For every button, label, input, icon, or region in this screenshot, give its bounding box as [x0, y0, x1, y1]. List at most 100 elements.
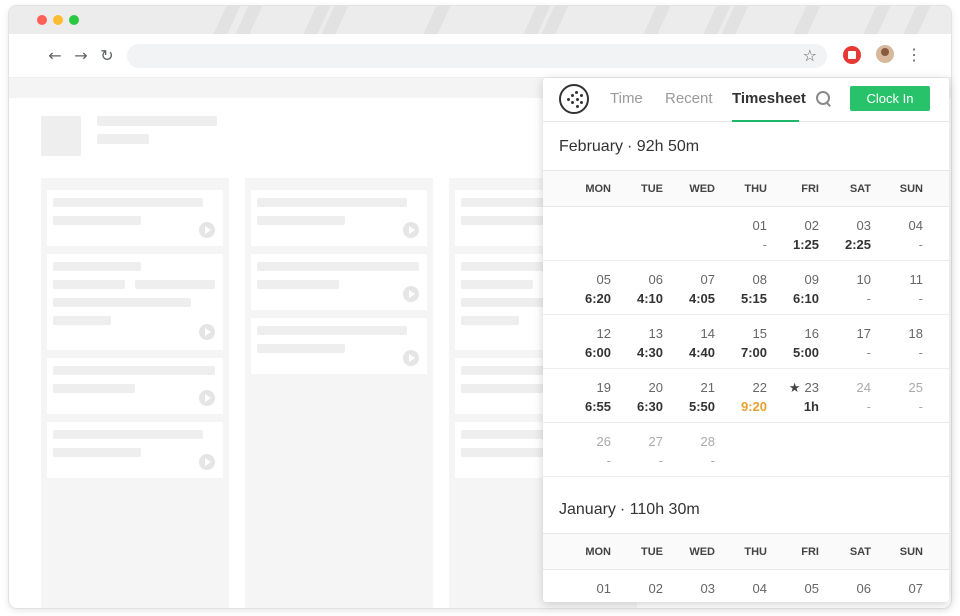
day-number: 11	[871, 270, 924, 289]
placeholder-line	[97, 134, 149, 144]
day-hours: 6:50	[767, 598, 819, 602]
day-cell	[767, 423, 819, 476]
day-hours: 6:00	[584, 345, 611, 360]
day-number: 24	[819, 378, 871, 397]
weekday-label: SAT	[849, 546, 871, 558]
day-hours: -	[762, 237, 767, 252]
day-number	[559, 216, 611, 235]
play-icon[interactable]	[403, 350, 419, 366]
day-number-text: 03	[700, 581, 715, 596]
day-cell[interactable]: 27 -	[611, 423, 663, 476]
timer-extension-icon[interactable]	[843, 46, 861, 64]
day-cell[interactable]: 14 4:40	[663, 315, 715, 368]
play-icon[interactable]	[199, 222, 215, 238]
back-arrow-icon[interactable]: ←	[45, 46, 65, 66]
day-cell[interactable]: 25 -	[871, 369, 923, 422]
address-bar[interactable]: ☆	[127, 44, 827, 68]
day-cell[interactable]: 06 4:10	[611, 261, 663, 314]
minimize-window-button[interactable]	[53, 15, 63, 25]
day-hours	[559, 235, 611, 254]
close-window-button[interactable]	[37, 15, 47, 25]
day-cell[interactable]: 26 -	[559, 423, 611, 476]
day-cell[interactable]: 01 -	[559, 570, 611, 602]
timesheet-scroll[interactable]: February · 92h 50m MON TUE WED THU FRI SAT SUN 01…	[543, 122, 949, 602]
day-hours: -	[871, 598, 923, 602]
day-cell[interactable]: 09 6:10	[767, 261, 819, 314]
day-hours	[767, 451, 819, 470]
day-number: 02	[611, 579, 663, 598]
day-number: 10	[819, 270, 871, 289]
day-cell[interactable]: 11 -	[871, 261, 924, 314]
day-cell[interactable]: 02 0:50	[611, 570, 663, 602]
day-number-text: 07	[908, 581, 923, 596]
play-icon[interactable]	[199, 454, 215, 470]
tab-timesheet[interactable]: Timesheet	[732, 90, 806, 122]
day-number-text: 15	[752, 326, 767, 341]
play-icon[interactable]	[199, 324, 215, 340]
day-cell[interactable]: ★ 23 1h	[767, 369, 819, 422]
week-row: 26 - 27 - 28 -	[543, 423, 949, 477]
day-number-text: 14	[700, 326, 715, 341]
day-number-text: 26	[596, 434, 611, 449]
day-cell[interactable]: 08 5:15	[715, 261, 767, 314]
day-cell[interactable]: 06 -	[819, 570, 871, 602]
day-hours: 4:30	[636, 345, 663, 360]
day-cell	[611, 207, 663, 260]
profile-avatar[interactable]	[876, 45, 894, 63]
day-cell[interactable]: 07 4:05	[663, 261, 715, 314]
day-cell[interactable]: 18 -	[871, 315, 923, 368]
day-cell[interactable]: 13 4:30	[611, 315, 663, 368]
day-cell[interactable]: 15 7:00	[715, 315, 767, 368]
day-cell	[559, 207, 611, 260]
play-icon[interactable]	[403, 286, 419, 302]
day-hours: 9:20	[740, 399, 767, 414]
weekday-label: MON	[585, 546, 611, 558]
day-cell[interactable]: 04 4:45	[715, 570, 767, 602]
bookmark-star-icon[interactable]: ☆	[803, 46, 817, 65]
day-cell[interactable]: 21 5:50	[663, 369, 715, 422]
day-cell[interactable]: 20 6:30	[611, 369, 663, 422]
day-number: 07	[871, 579, 923, 598]
day-cell[interactable]: 05 6:50	[767, 570, 819, 602]
day-cell[interactable]: 12 6:00	[559, 315, 611, 368]
browser-toolbar: ← → ↻ ☆ ⋮	[9, 34, 951, 78]
day-cell[interactable]: 03 2:25	[819, 207, 871, 260]
day-cell[interactable]: 16 5:00	[767, 315, 819, 368]
day-cell[interactable]: 02 1:25	[767, 207, 819, 260]
tab-recent[interactable]: Recent	[665, 90, 713, 122]
browser-menu-icon[interactable]: ⋮	[906, 46, 922, 66]
reload-icon[interactable]: ↻	[97, 46, 117, 66]
forward-arrow-icon[interactable]: →	[71, 46, 91, 66]
placeholder-line	[97, 116, 217, 126]
day-cell	[715, 423, 767, 476]
day-cell[interactable]: 01 -	[715, 207, 767, 260]
day-cell[interactable]: 03 5:25	[663, 570, 715, 602]
day-cell[interactable]: 24 -	[819, 369, 871, 422]
day-number-text: 02	[804, 218, 819, 233]
day-number: 04	[871, 216, 923, 235]
day-hours	[819, 451, 871, 470]
clock-in-button[interactable]: Clock In	[850, 86, 930, 111]
day-number-text: 04	[752, 581, 767, 596]
maximize-window-button[interactable]	[69, 15, 79, 25]
day-cell[interactable]: 22 9:20	[715, 369, 767, 422]
day-cell[interactable]: 28 -	[663, 423, 715, 476]
day-cell[interactable]: 05 6:20	[559, 261, 611, 314]
tab-time[interactable]: Time	[610, 90, 643, 122]
placeholder-avatar	[41, 116, 81, 156]
weekday-label: MON	[585, 183, 611, 195]
day-hours: 0:50	[611, 598, 663, 602]
play-icon[interactable]	[403, 222, 419, 238]
board-card	[47, 422, 223, 478]
play-icon[interactable]	[199, 390, 215, 406]
day-hours: -	[559, 598, 611, 602]
day-cell[interactable]: 17 -	[819, 315, 871, 368]
day-cell[interactable]: 10 -	[819, 261, 871, 314]
day-hours: 4:45	[715, 598, 767, 602]
week-row: 05 6:20 06 4:10 07 4:05 08 5:15 09 6:10 10 - 11 -	[543, 261, 949, 315]
day-cell[interactable]: 04 -	[871, 207, 923, 260]
day-cell[interactable]: 07 -	[871, 570, 923, 602]
day-number: 27	[611, 432, 663, 451]
search-icon[interactable]	[815, 90, 833, 108]
day-cell[interactable]: 19 6:55	[559, 369, 611, 422]
